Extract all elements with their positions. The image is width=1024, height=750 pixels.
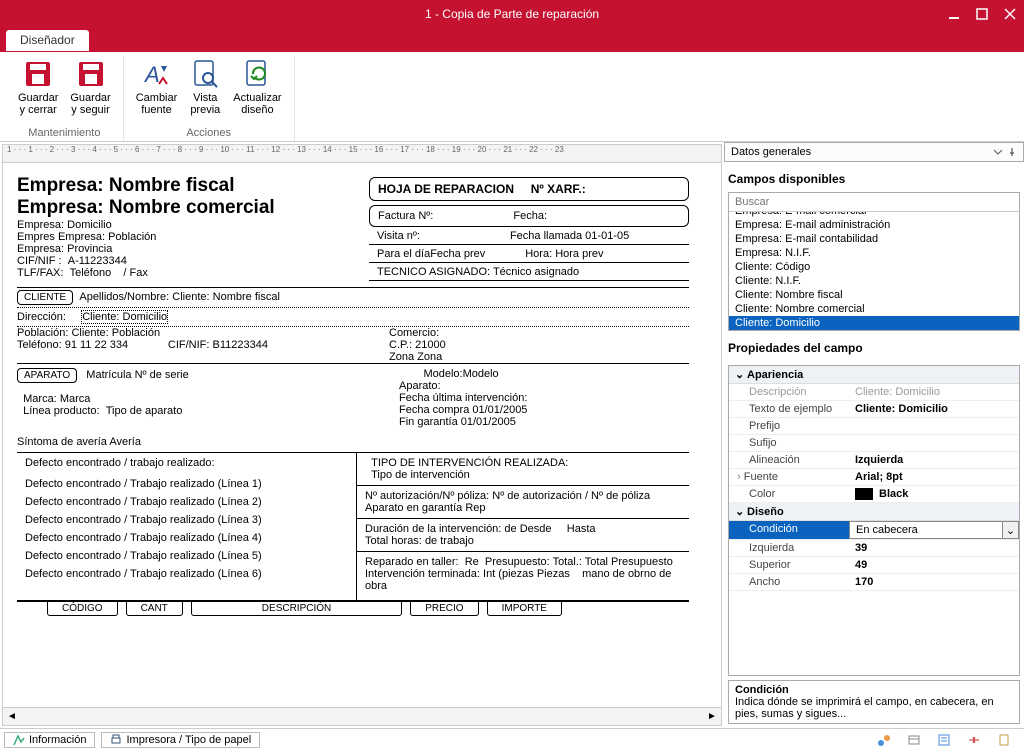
change-font-button[interactable]: A Cambiar fuente	[130, 56, 184, 118]
collapse-icon[interactable]: ⌄	[735, 505, 747, 518]
ribbon-group-label: Mantenimiento	[28, 125, 100, 141]
expand-icon[interactable]: ›	[737, 471, 741, 483]
close-button[interactable]	[996, 0, 1024, 28]
props-title: Propiedades del campo	[724, 331, 1024, 361]
property-condicion[interactable]: CondiciónEn cabecera⌄	[729, 521, 1019, 540]
collapse-icon[interactable]: ⌄	[735, 368, 747, 381]
preview-button[interactable]: Vista previa	[183, 56, 227, 118]
panel-header[interactable]: Datos generales	[724, 142, 1024, 162]
property-grid[interactable]: ⌄Apariencia DescripciónCliente: Domicili…	[728, 365, 1020, 676]
title-bar: 1 - Copia de Parte de reparación	[0, 0, 1024, 28]
property-help: Condición Indica dónde se imprimirá el c…	[728, 680, 1020, 724]
window-title: 1 - Copia de Parte de reparación	[425, 7, 599, 21]
device-section-label: APARATO	[17, 368, 77, 383]
fields-title: Campos disponibles	[724, 162, 1024, 192]
status-icon[interactable]	[996, 732, 1012, 748]
ruler-horizontal: 1 · · · 1 · · · 2 · · · 3 · · · 4 · · · …	[3, 145, 721, 163]
table-column-headers: CÓDIGO CANT DESCRIPCIÓN PRECIO IMPORTE	[17, 601, 689, 616]
info-button[interactable]: Información	[4, 732, 95, 748]
company-province: Empresa: Provincia	[17, 243, 352, 255]
status-icon[interactable]	[966, 732, 982, 748]
field-list-item[interactable]: Empresa: E-mail administración	[729, 218, 1019, 232]
dropdown-icon[interactable]: ⌄	[1002, 522, 1018, 538]
company-town: Empres Empresa: Población	[17, 231, 352, 243]
save-and-continue-button[interactable]: Guardar y seguir	[64, 56, 116, 118]
visit-row: Visita nº:Fecha llamada 01-01-05	[369, 227, 689, 245]
status-icon[interactable]	[906, 732, 922, 748]
field-list-item[interactable]: Empresa: N.I.F.	[729, 246, 1019, 260]
printer-button[interactable]: Impresora / Tipo de papel	[101, 732, 260, 748]
company-commercial-name: Empresa: Nombre comercial	[17, 197, 352, 219]
field-list-item[interactable]: Cliente: Código	[729, 260, 1019, 274]
company-fiscal-name: Empresa: Nombre fiscal	[17, 175, 352, 197]
tab-designer[interactable]: Diseñador	[6, 30, 89, 51]
design-canvas[interactable]: 1 · · · 1 · · · 2 · · · 3 · · · 4 · · · …	[2, 144, 722, 726]
field-list-item[interactable]: Cliente: Domicilio	[729, 316, 1019, 330]
selected-field-cliente-domicilio[interactable]: Cliente: Domicilio	[81, 310, 168, 324]
svg-text:A: A	[143, 62, 160, 87]
field-list-item[interactable]: Cliente: N.I.F.	[729, 274, 1019, 288]
company-address: Empresa: Domicilio	[17, 219, 352, 231]
refresh-design-button[interactable]: Actualizar diseño	[227, 56, 287, 118]
repair-sheet-header: HOJA DE REPARACION Nº XARF.:	[369, 177, 689, 201]
color-swatch	[855, 488, 873, 500]
dropdown-icon[interactable]	[993, 147, 1003, 157]
status-icon[interactable]	[876, 732, 892, 748]
field-list-item[interactable]: Empresa: E-mail contabilidad	[729, 232, 1019, 246]
invoice-box: Factura Nº:Fecha:	[369, 205, 689, 227]
field-list-item[interactable]: Cliente: Nombre fiscal	[729, 288, 1019, 302]
tab-strip: Diseñador	[0, 28, 1024, 52]
fields-list[interactable]: Empresa: E-mail comercialEmpresa: E-mail…	[729, 212, 1019, 330]
horizontal-scrollbar[interactable]: ◄►	[3, 707, 721, 725]
ribbon: Guardar y cerrar Guardar y seguir Manten…	[0, 52, 1024, 142]
properties-panel: Datos generales Campos disponibles Empre…	[724, 142, 1024, 728]
minimize-button[interactable]	[940, 0, 968, 28]
status-bar: Información Impresora / Tipo de papel	[0, 728, 1024, 750]
client-section-label: CLIENTE	[17, 290, 73, 305]
maximize-button[interactable]	[968, 0, 996, 28]
save-and-close-button[interactable]: Guardar y cerrar	[12, 56, 64, 118]
pin-icon[interactable]	[1007, 147, 1017, 157]
status-icon[interactable]	[936, 732, 952, 748]
field-list-item[interactable]: Cliente: Nombre comercial	[729, 302, 1019, 316]
field-search-input[interactable]	[729, 193, 1019, 212]
ribbon-group-label: Acciones	[186, 125, 231, 141]
